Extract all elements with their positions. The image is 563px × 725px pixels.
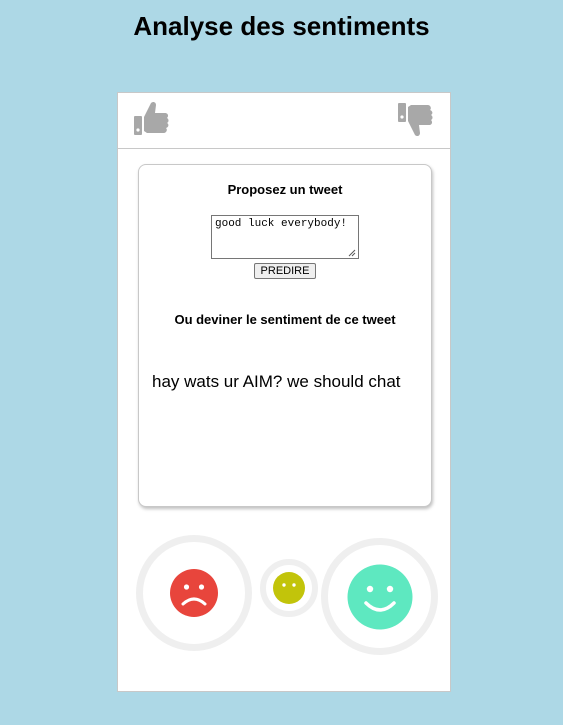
tweet-card: Proposez un tweet good luck everybody! P… bbox=[138, 164, 432, 507]
thumbs-down-icon[interactable] bbox=[396, 99, 436, 139]
page-title: Analyse des sentiments bbox=[133, 11, 430, 41]
negative-sentiment-button[interactable] bbox=[136, 535, 252, 651]
tweet-input[interactable]: good luck everybody! bbox=[211, 215, 359, 259]
propose-heading: Proposez un tweet bbox=[227, 182, 343, 197]
guess-heading: Ou deviner le sentiment de ce tweet bbox=[174, 312, 396, 327]
resize-grip-icon[interactable] bbox=[348, 249, 356, 257]
neutral-face-icon bbox=[273, 572, 305, 604]
positive-sentiment-button[interactable] bbox=[321, 538, 438, 655]
app-panel: Proposez un tweet good luck everybody! P… bbox=[117, 92, 451, 692]
predict-button[interactable]: PREDIRE bbox=[254, 263, 316, 279]
tweet-text: hay wats ur AIM? we should chat bbox=[152, 372, 401, 391]
thumbs-up-icon[interactable] bbox=[132, 99, 172, 139]
happy-face-icon bbox=[347, 564, 413, 630]
sad-face-icon bbox=[170, 569, 218, 617]
rating-toolbar bbox=[118, 93, 450, 149]
neutral-sentiment-button[interactable] bbox=[260, 559, 318, 617]
